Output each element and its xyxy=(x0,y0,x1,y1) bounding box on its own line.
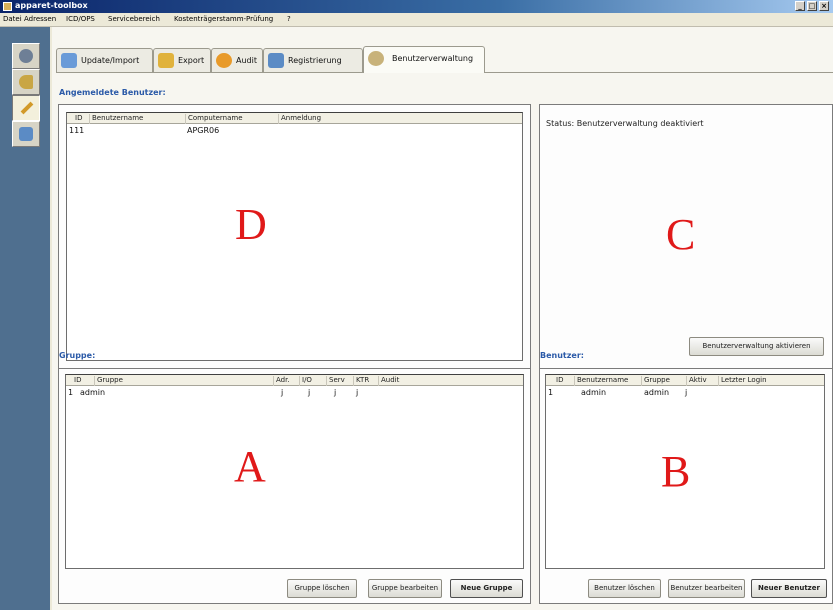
title-bar: apparet-toolbox _ □ × xyxy=(0,0,833,13)
annotation-marker-c: C xyxy=(666,210,696,259)
column-header[interactable]: Anmeldung xyxy=(278,114,321,124)
cell-id: 111 xyxy=(69,126,85,135)
cell-group: admin xyxy=(644,388,670,397)
sidebar xyxy=(0,27,50,610)
sidebar-key-button[interactable] xyxy=(12,69,40,95)
audit-icon xyxy=(216,53,232,68)
cell-io: j xyxy=(308,388,311,397)
column-header[interactable]: Serv xyxy=(326,376,345,386)
menu-adressen[interactable]: Adressen xyxy=(24,15,56,23)
edit-user-button[interactable]: Benutzer bearbeiten xyxy=(668,579,745,598)
menu-help[interactable]: ? xyxy=(287,15,291,23)
cell-computername: APGR06 xyxy=(187,126,220,135)
tab-label: Registrierung xyxy=(288,56,342,65)
minimize-button[interactable]: _ xyxy=(795,1,805,11)
search-icon xyxy=(19,49,33,63)
menu-bar: Datei Adressen ICD/OPS Servicebereich Ko… xyxy=(0,13,833,27)
registration-icon xyxy=(268,53,284,68)
maximize-button[interactable]: □ xyxy=(807,1,817,11)
users-label: Benutzer: xyxy=(540,351,584,360)
window-title: apparet-toolbox xyxy=(15,1,88,10)
tab-label: Export xyxy=(178,56,205,65)
export-icon xyxy=(158,53,174,68)
main-content: Update/Import Export Audit Registrierung… xyxy=(52,27,833,610)
column-header[interactable]: Audit xyxy=(378,376,399,386)
tab-benutzerverwaltung[interactable]: Benutzerverwaltung xyxy=(363,46,485,73)
users-list[interactable]: ID Benutzername Gruppe Aktiv Letzter Log… xyxy=(545,374,825,569)
cell-id: 1 xyxy=(68,388,74,397)
annotation-marker-d: D xyxy=(235,200,267,249)
column-header[interactable]: Gruppe xyxy=(641,376,670,386)
tab-update-import[interactable]: Update/Import xyxy=(56,48,153,72)
cell-username: admin xyxy=(581,388,607,397)
menu-servicebereich[interactable]: Servicebereich xyxy=(108,15,160,23)
column-header[interactable]: I/O xyxy=(299,376,312,386)
logged-in-users-panel: ID Benutzername Computername Anmeldung 1… xyxy=(58,104,531,369)
list-header: ID Benutzername Computername Anmeldung xyxy=(67,113,522,124)
key-icon xyxy=(19,75,33,89)
update-icon xyxy=(61,53,77,68)
groups-list[interactable]: ID Gruppe Adr. I/O Serv KTR Audit 1 admi… xyxy=(65,374,524,569)
tab-audit[interactable]: Audit xyxy=(211,48,263,72)
users-icon xyxy=(368,51,384,66)
cell-ktr: j xyxy=(356,388,359,397)
column-header[interactable]: Gruppe xyxy=(94,376,123,386)
tab-label: Audit xyxy=(236,56,257,65)
delete-group-button[interactable]: Gruppe löschen xyxy=(287,579,357,598)
cell-id: 1 xyxy=(548,388,554,397)
tab-export[interactable]: Export xyxy=(153,48,211,72)
column-header[interactable]: Letzter Login xyxy=(718,376,767,386)
list-header: ID Gruppe Adr. I/O Serv KTR Audit xyxy=(66,375,523,386)
column-header[interactable]: Aktiv xyxy=(686,376,707,386)
wrench-icon xyxy=(20,101,34,115)
menu-icd-ops[interactable]: ICD/OPS xyxy=(66,15,95,23)
menu-kostentraegerstamm[interactable]: Kostenträgerstamm-Prüfung xyxy=(174,15,273,23)
column-header[interactable]: Adr. xyxy=(273,376,290,386)
groups-panel: ID Gruppe Adr. I/O Serv KTR Audit 1 admi… xyxy=(58,368,531,604)
new-group-button[interactable]: Neue Gruppe xyxy=(450,579,523,598)
activate-user-management-button[interactable]: Benutzerverwaltung aktivieren xyxy=(689,337,824,356)
edit-group-button[interactable]: Gruppe bearbeiten xyxy=(368,579,442,598)
tab-registrierung[interactable]: Registrierung xyxy=(263,48,363,72)
close-button[interactable]: × xyxy=(819,1,829,11)
status-panel: Status: Benutzerverwaltung deaktiviert C… xyxy=(539,104,833,369)
column-header[interactable]: ID xyxy=(72,376,81,386)
sidebar-users-button[interactable] xyxy=(12,121,40,147)
users-icon xyxy=(19,127,33,141)
column-header[interactable]: Benutzername xyxy=(574,376,628,386)
list-header: ID Benutzername Gruppe Aktiv Letzter Log… xyxy=(546,375,824,386)
menu-datei[interactable]: Datei xyxy=(3,15,22,23)
logged-in-users-list[interactable]: ID Benutzername Computername Anmeldung 1… xyxy=(66,112,523,361)
logged-in-users-label: Angemeldete Benutzer: xyxy=(59,88,166,97)
column-header[interactable]: ID xyxy=(73,114,82,124)
tab-label: Update/Import xyxy=(81,56,140,65)
annotation-marker-b: B xyxy=(661,447,691,496)
column-header[interactable]: Benutzername xyxy=(89,114,143,124)
column-header[interactable]: Computername xyxy=(185,114,243,124)
annotation-marker-a: A xyxy=(234,442,266,491)
cell-adr: j xyxy=(281,388,284,397)
column-header[interactable]: KTR xyxy=(353,376,369,386)
groups-label: Gruppe: xyxy=(59,351,96,360)
tab-label: Benutzerverwaltung xyxy=(392,54,474,63)
sidebar-search-button[interactable] xyxy=(12,43,40,69)
users-panel: ID Benutzername Gruppe Aktiv Letzter Log… xyxy=(539,368,833,604)
new-user-button[interactable]: Neuer Benutzer xyxy=(751,579,827,598)
cell-group: admin xyxy=(80,388,106,397)
cell-active: j xyxy=(685,388,688,397)
cell-serv: j xyxy=(334,388,337,397)
status-text: Status: Benutzerverwaltung deaktiviert xyxy=(546,119,704,128)
app-icon xyxy=(3,2,12,11)
column-header[interactable]: ID xyxy=(554,376,563,386)
delete-user-button[interactable]: Benutzer löschen xyxy=(588,579,661,598)
sidebar-tools-button[interactable] xyxy=(12,95,40,121)
